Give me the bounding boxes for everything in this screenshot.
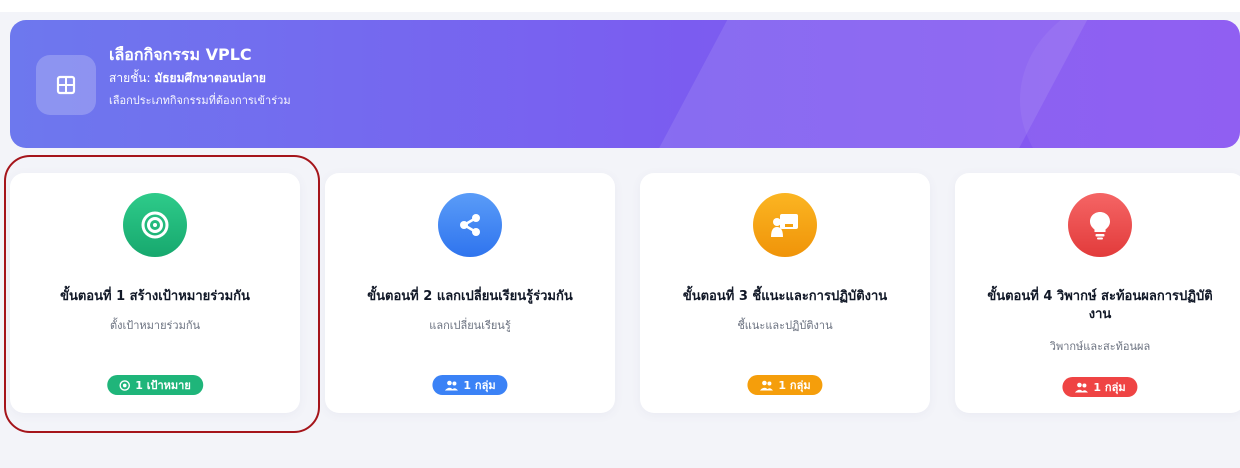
card-subtitle: ชี้แนะและปฏิบัติงาน	[737, 319, 833, 332]
presentation-icon	[753, 193, 817, 257]
activity-card-step-2[interactable]: ขั้นตอนที่ 2 แลกเปลี่ยนเรียนรู้ร่วมกัน แ…	[325, 173, 615, 413]
card-subtitle: วิพากษ์และสะท้อนผล	[1049, 340, 1151, 353]
grid-icon	[36, 55, 96, 115]
page-description: เลือกประเภทกิจกรรมที่ต้องการเข้าร่วม	[109, 94, 291, 107]
card-title: ขั้นตอนที่ 4 วิพากษ์ สะท้อนผลการปฏิบัติง…	[987, 289, 1213, 322]
card-title: ขั้นตอนที่ 3 ชี้แนะและการปฏิบัติงาน	[682, 289, 888, 304]
page-title: เลือกกิจกรรม VPLC	[109, 45, 252, 64]
header-decoration-circle	[1020, 20, 1240, 148]
lightbulb-icon	[1068, 193, 1132, 257]
target-icon	[123, 193, 187, 257]
target-icon	[119, 379, 131, 391]
users-icon	[1074, 382, 1088, 392]
grade-level: สายชั้น: มัธยมศึกษาตอนปลาย	[109, 66, 291, 90]
card-badge: 1 กลุ่ม	[1062, 377, 1138, 397]
card-badge: 1 กลุ่ม	[432, 375, 508, 395]
card-title: ขั้นตอนที่ 1 สร้างเป้าหมายร่วมกัน	[60, 289, 250, 304]
card-badge: 1 เป้าหมาย	[107, 375, 203, 395]
activity-card-step-3[interactable]: ขั้นตอนที่ 3 ชี้แนะและการปฏิบัติงาน ชี้แ…	[640, 173, 930, 413]
badge-label: 1 กลุ่ม	[463, 379, 496, 392]
page-header: เลือกกิจกรรม VPLC สายชั้น: มัธยมศึกษาตอน…	[10, 20, 1240, 148]
card-badge: 1 กลุ่ม	[747, 375, 823, 395]
badge-label: 1 กลุ่ม	[1093, 381, 1126, 394]
badge-label: 1 เป้าหมาย	[135, 379, 191, 392]
activity-card-step-4[interactable]: ขั้นตอนที่ 4 วิพากษ์ สะท้อนผลการปฏิบัติง…	[955, 173, 1240, 413]
grade-level-label: สายชั้น:	[109, 71, 151, 85]
activity-card-step-1[interactable]: ขั้นตอนที่ 1 สร้างเป้าหมายร่วมกัน ตั้งเป…	[10, 173, 300, 413]
card-title: ขั้นตอนที่ 2 แลกเปลี่ยนเรียนรู้ร่วมกัน	[367, 289, 573, 304]
share-icon	[438, 193, 502, 257]
badge-label: 1 กลุ่ม	[778, 379, 811, 392]
card-subtitle: ตั้งเป้าหมายร่วมกัน	[109, 319, 201, 332]
card-subtitle: แลกเปลี่ยนเรียนรู้	[429, 319, 511, 332]
users-icon	[759, 380, 773, 390]
users-icon	[444, 380, 458, 390]
top-strip	[0, 0, 1240, 12]
grade-level-value: มัธยมศึกษาตอนปลาย	[154, 71, 266, 85]
